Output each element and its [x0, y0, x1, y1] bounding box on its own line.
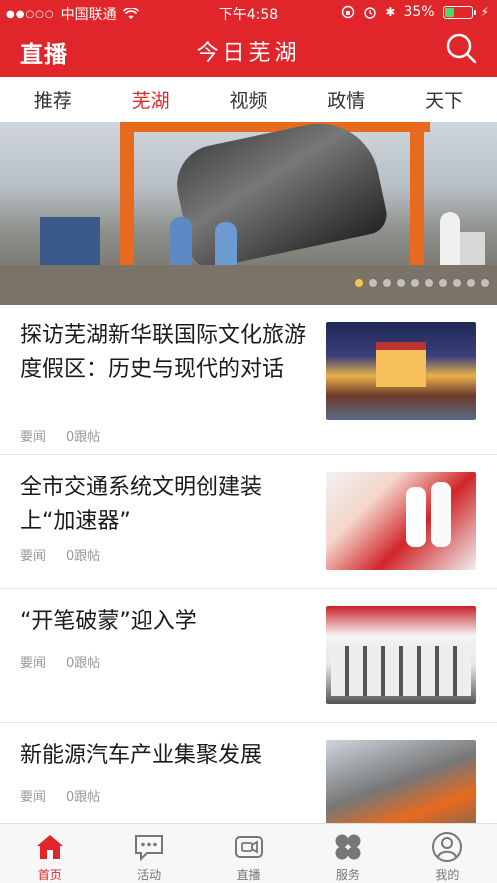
article-thumbnail [326, 606, 476, 704]
article-thumbnail [326, 740, 476, 823]
article-meta: 要闻 0跟帖 [20, 786, 100, 805]
nav-label: 服务 [335, 868, 360, 882]
video-camera-icon [234, 836, 263, 858]
article-comments: 0跟帖 [66, 656, 101, 671]
article-comments: 0跟帖 [66, 430, 101, 445]
article-comments: 0跟帖 [66, 790, 101, 805]
banner-carousel[interactable] [0, 122, 497, 305]
article-category: 要闻 [20, 790, 47, 805]
nav-profile[interactable]: 我的 [398, 824, 497, 883]
battery-percent: 35% [403, 4, 435, 20]
app-header: 直播 今日芜湖 [0, 24, 497, 77]
top-bar: ●●○○○ 中国联通 下午4:58 ✱ 35% ⚡ 直播 今日芜湖 [0, 0, 497, 77]
carousel-dot[interactable] [411, 279, 419, 287]
list-item[interactable]: 新能源汽车产业集聚发展 要闻 0跟帖 [0, 723, 497, 823]
status-bar: ●●○○○ 中国联通 下午4:58 ✱ 35% ⚡ [0, 0, 497, 24]
bluetooth-icon: ✱ [385, 5, 396, 19]
article-meta: 要闻 0跟帖 [20, 426, 100, 445]
tab-1[interactable]: 芜湖 [104, 86, 198, 113]
carousel-dot[interactable] [481, 279, 489, 287]
nav-live[interactable]: 直播 [199, 824, 298, 883]
carousel-dot[interactable] [397, 279, 405, 287]
nav-label: 直播 [236, 868, 261, 882]
banner-image-part [120, 132, 134, 282]
list-item[interactable]: 全市交通系统文明创建装上“加速器” 要闻 0跟帖 [0, 455, 497, 589]
article-thumbnail [326, 322, 476, 420]
article-meta: 要闻 0跟帖 [20, 545, 100, 564]
charging-icon: ⚡ [480, 5, 489, 19]
nav-label: 我的 [435, 868, 460, 882]
bottom-nav: 首页 活动 直播 服务 我的 [0, 823, 497, 883]
carousel-dot[interactable] [383, 279, 391, 287]
carousel-dot[interactable] [369, 279, 377, 287]
carousel-dot[interactable] [467, 279, 475, 287]
article-comments: 0跟帖 [66, 549, 101, 564]
nav-services[interactable]: 服务 [298, 824, 397, 883]
carousel-dot[interactable] [453, 279, 461, 287]
article-category: 要闻 [20, 430, 47, 445]
article-thumbnail [326, 472, 476, 570]
tab-4[interactable]: 天下 [397, 86, 491, 113]
tab-2[interactable]: 视频 [201, 86, 295, 113]
list-item[interactable]: “开笔破蒙”迎入学 要闻 0跟帖 [0, 589, 497, 723]
search-icon[interactable] [445, 32, 477, 64]
clover-icon [335, 834, 361, 860]
channel-tabs: 推荐 芜湖 视频 政情 天下 [0, 77, 497, 122]
article-category: 要闻 [20, 656, 47, 671]
nav-activity[interactable]: 活动 [99, 824, 198, 883]
article-title: “开笔破蒙”迎入学 [20, 609, 197, 634]
nav-home[interactable]: 首页 [0, 824, 99, 883]
banner-image-part [410, 132, 424, 282]
carousel-indicators [355, 279, 489, 287]
lock-rotation-icon [342, 5, 355, 19]
nav-label: 活动 [137, 868, 162, 882]
tab-0[interactable]: 推荐 [6, 86, 100, 113]
user-icon [432, 832, 463, 862]
alarm-icon [364, 7, 377, 19]
list-item[interactable]: 探访芜湖新华联国际文化旅游度假区：历史与现代的对话 要闻 0跟帖 [0, 305, 497, 455]
battery-icon [442, 5, 476, 19]
article-title: 全市交通系统文明创建装上“加速器” [20, 475, 263, 534]
news-list: 探访芜湖新华联国际文化旅游度假区：历史与现代的对话 要闻 0跟帖 全市交通系统文… [0, 305, 497, 823]
article-title: 探访芜湖新华联国际文化旅游度假区：历史与现代的对话 [20, 323, 307, 382]
article-meta: 要闻 0跟帖 [20, 652, 100, 671]
carousel-dot[interactable] [425, 279, 433, 287]
article-category: 要闻 [20, 549, 47, 564]
article-title: 新能源汽车产业集聚发展 [20, 743, 263, 768]
chat-icon [135, 835, 164, 862]
nav-label: 首页 [37, 868, 62, 882]
carousel-dot[interactable] [355, 279, 363, 287]
carousel-dot[interactable] [439, 279, 447, 287]
tab-3[interactable]: 政情 [299, 86, 393, 113]
page-title: 今日芜湖 [196, 41, 301, 66]
banner-image-part [440, 212, 460, 272]
home-icon [36, 835, 63, 859]
